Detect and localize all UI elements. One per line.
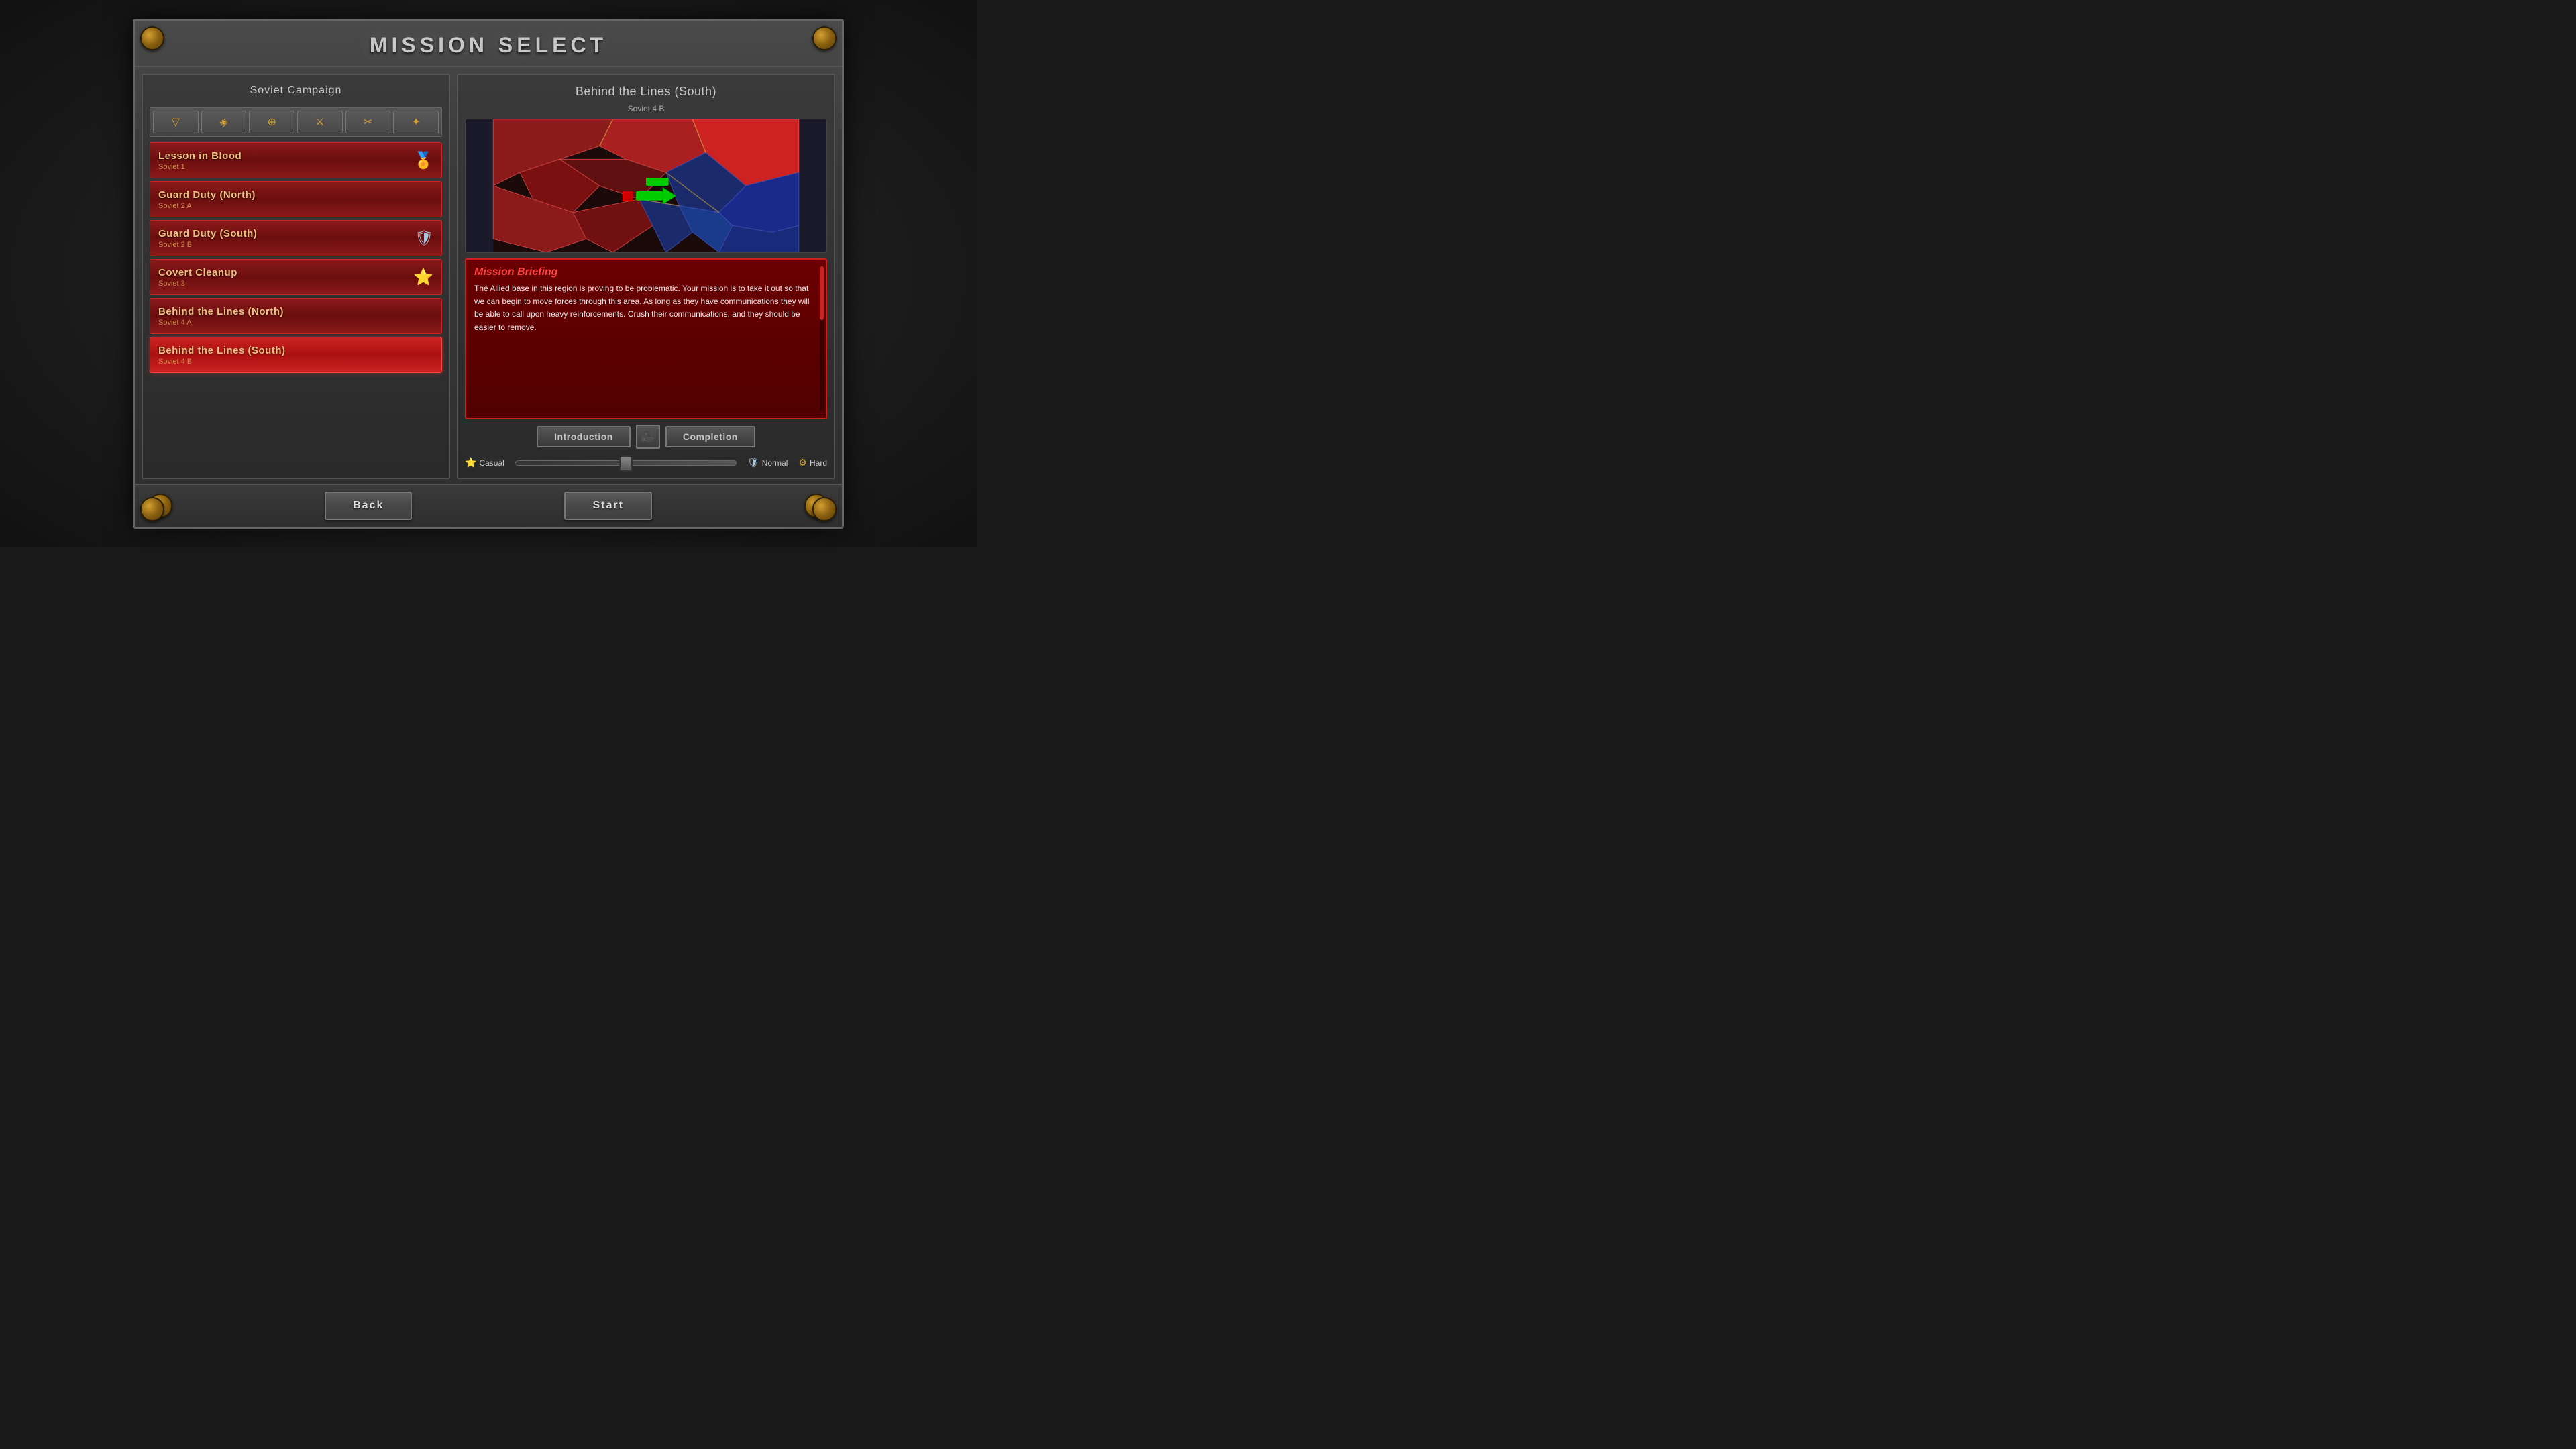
mission-item-soviet2b[interactable]: Guard Duty (South) Soviet 2 B 🛡 — [150, 220, 442, 256]
briefing-scroll-thumb — [820, 266, 824, 320]
mission-name-soviet2b: Guard Duty (South) — [158, 228, 257, 239]
mission-detail-title: Behind the Lines (South) — [465, 82, 827, 101]
difficulty-normal-label: 🛡 Normal — [747, 457, 788, 468]
map-preview — [465, 119, 827, 253]
mission-item-soviet3[interactable]: Covert Cleanup Soviet 3 ⭐ — [150, 259, 442, 295]
mission-id-soviet3: Soviet 3 — [158, 280, 237, 288]
bottom-bar: Back Start — [135, 484, 842, 527]
corner-bolt-bl — [140, 497, 164, 521]
filter-row: ▽ ◈ ⊕ ⚔ ✂ ✦ — [150, 107, 442, 137]
difficulty-slider[interactable] — [515, 460, 737, 466]
mission-name-soviet4a: Behind the Lines (North) — [158, 306, 284, 317]
mission-badge-soviet3: ⭐ — [413, 268, 433, 287]
mission-list: Lesson in Blood Soviet 1 🏅 Guard Duty (N… — [150, 142, 442, 471]
mission-name-soviet4b: Behind the Lines (South) — [158, 345, 286, 356]
filter-btn-3[interactable]: ⊕ — [249, 111, 294, 133]
screen-title: MISSION SELECT — [370, 33, 607, 57]
outer-background: MISSION SELECT Soviet Campaign ▽ ◈ ⊕ ⚔ ✂… — [0, 0, 977, 547]
briefing-box: Mission Briefing The Allied base in this… — [465, 258, 827, 419]
mission-id-soviet2a: Soviet 2 A — [158, 202, 256, 210]
completion-button[interactable]: Completion — [665, 426, 755, 447]
difficulty-track — [515, 460, 737, 466]
corner-bolt-tl — [140, 26, 164, 50]
right-panel: Behind the Lines (South) Soviet 4 B — [457, 74, 835, 479]
normal-shield-icon: 🛡 — [747, 457, 759, 468]
mission-id-soviet2b: Soviet 2 B — [158, 241, 257, 249]
left-panel: Soviet Campaign ▽ ◈ ⊕ ⚔ ✂ ✦ Lesson in Bl… — [142, 74, 450, 479]
difficulty-handle[interactable] — [619, 455, 633, 472]
video-camera-icon[interactable]: 🎥 — [636, 425, 660, 449]
mission-name-soviet2a: Guard Duty (North) — [158, 189, 256, 201]
casual-star-icon: ⭐ — [465, 457, 476, 468]
difficulty-casual-label: ⭐ Casual — [465, 457, 504, 468]
start-button[interactable]: Start — [564, 492, 651, 520]
video-buttons: Introduction 🎥 Completion — [465, 425, 827, 449]
mission-item-soviet2a[interactable]: Guard Duty (North) Soviet 2 A — [150, 181, 442, 217]
hard-gear-icon: ⚙ — [798, 457, 807, 468]
briefing-title: Mission Briefing — [474, 266, 818, 278]
mission-id-soviet4a: Soviet 4 A — [158, 319, 284, 327]
filter-btn-6[interactable]: ✦ — [393, 111, 439, 133]
corner-bolt-br — [812, 497, 837, 521]
mission-name-soviet1: Lesson in Blood — [158, 150, 241, 162]
corner-bolt-tr — [812, 26, 837, 50]
briefing-scrollbar[interactable] — [820, 266, 824, 411]
mission-item-soviet4b[interactable]: Behind the Lines (South) Soviet 4 B — [150, 337, 442, 373]
mission-name-soviet3: Covert Cleanup — [158, 267, 237, 278]
filter-btn-5[interactable]: ✂ — [345, 111, 391, 133]
title-bar: MISSION SELECT — [135, 21, 842, 67]
mission-item-soviet1[interactable]: Lesson in Blood Soviet 1 🏅 — [150, 142, 442, 178]
mission-item-soviet4a[interactable]: Behind the Lines (North) Soviet 4 A — [150, 298, 442, 334]
mission-id-soviet1: Soviet 1 — [158, 163, 241, 171]
filter-btn-2[interactable]: ◈ — [201, 111, 247, 133]
difficulty-row: ⭐ Casual 🛡 Normal ⚙ Hard — [465, 454, 827, 471]
main-panel: MISSION SELECT Soviet Campaign ▽ ◈ ⊕ ⚔ ✂… — [133, 19, 844, 529]
filter-btn-all[interactable]: ▽ — [153, 111, 199, 133]
introduction-button[interactable]: Introduction — [537, 426, 631, 447]
mission-detail-id: Soviet 4 B — [465, 104, 827, 113]
difficulty-hard-label: ⚙ Hard — [798, 457, 827, 468]
mission-id-soviet4b: Soviet 4 B — [158, 358, 286, 366]
mission-badge-soviet2b: 🛡 — [415, 229, 433, 247]
briefing-text: The Allied base in this region is provin… — [474, 282, 818, 334]
mission-badge-soviet1: 🏅 — [413, 151, 433, 170]
back-button[interactable]: Back — [325, 492, 412, 520]
campaign-title: Soviet Campaign — [150, 82, 442, 102]
filter-btn-4[interactable]: ⚔ — [297, 111, 343, 133]
content-area: Soviet Campaign ▽ ◈ ⊕ ⚔ ✂ ✦ Lesson in Bl… — [135, 67, 842, 486]
